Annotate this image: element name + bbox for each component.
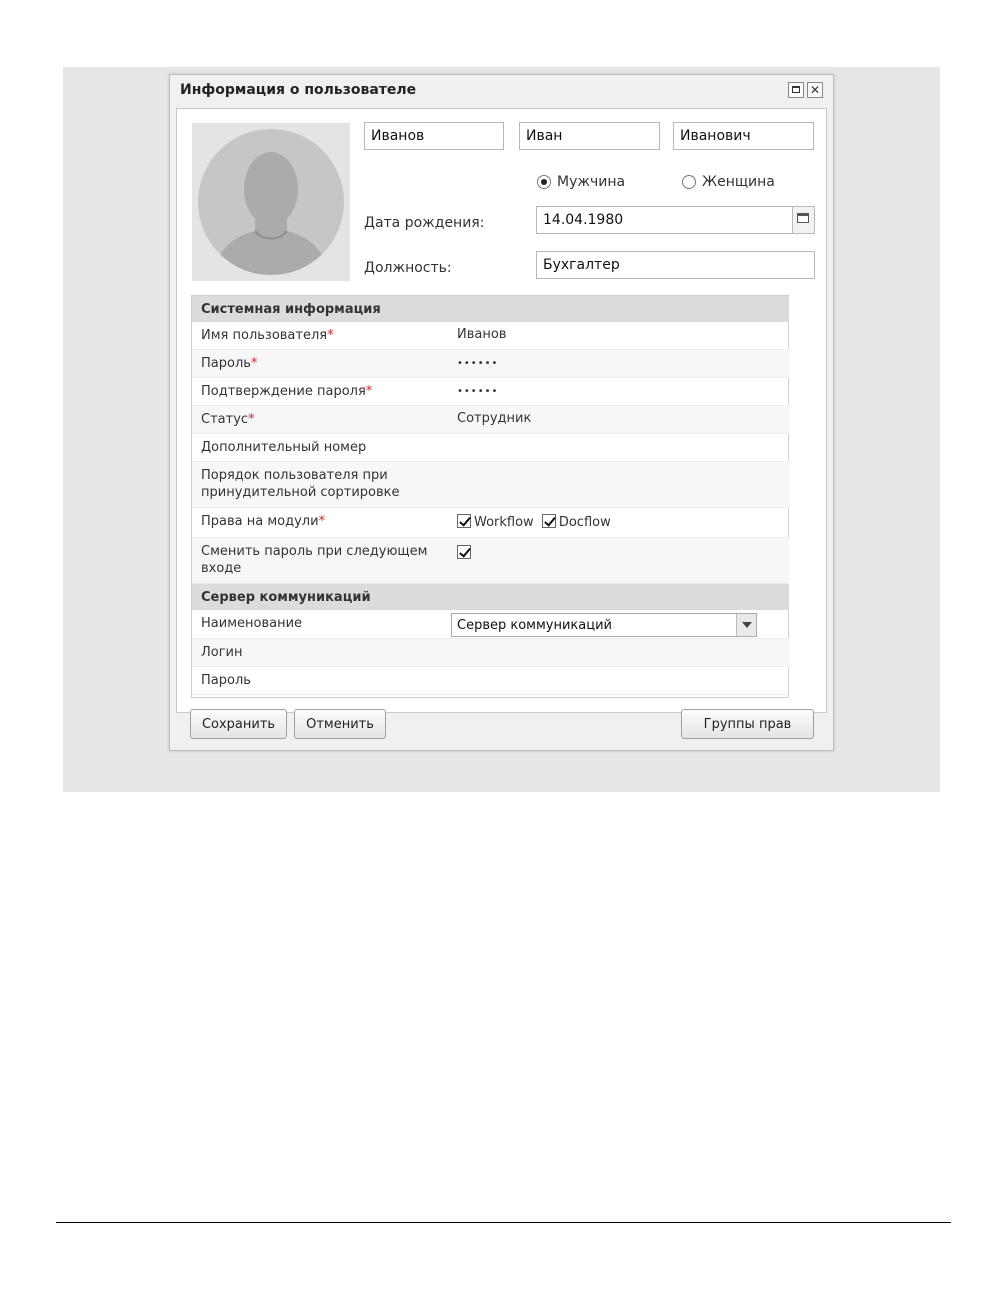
gender-male-label: Мужчина	[557, 174, 626, 190]
close-icon[interactable]: ✕	[807, 82, 823, 98]
username-label: Имя пользователя*	[201, 328, 334, 343]
module-rights-label: Права на модули*	[201, 514, 326, 529]
row-status[interactable]: Статус* Сотрудник	[192, 406, 789, 434]
page-footer-rule	[56, 1222, 951, 1223]
section-comm-server: Сервер коммуникаций	[192, 584, 789, 610]
docflow-label: Docflow	[558, 515, 611, 530]
last-name-field[interactable]	[364, 122, 504, 150]
password-value: ••••••	[457, 358, 499, 369]
row-server-password[interactable]: Пароль	[192, 667, 789, 695]
required-mark: *	[327, 328, 334, 343]
required-mark: *	[365, 384, 373, 399]
password-label: Пароль*	[201, 356, 258, 371]
gender-male-radio[interactable]: Мужчина	[537, 174, 625, 190]
server-name-selected: Сервер коммуникаций	[457, 618, 612, 633]
confirm-password-label: Подтверждение пароля*	[201, 384, 373, 399]
server-login-label: Логин	[201, 645, 243, 660]
birth-date-field[interactable]	[536, 206, 815, 234]
row-server-name: Наименование Сервер коммуникаций	[192, 610, 789, 639]
first-name-field[interactable]	[519, 122, 660, 150]
row-confirm-password[interactable]: Подтверждение пароля* ••••••	[192, 378, 789, 406]
dialog-body: Мужчина Женщина Дата рождения: Должность…	[176, 108, 827, 713]
gender-female-radio[interactable]: Женщина	[682, 174, 775, 190]
server-password-label: Пароль	[201, 673, 251, 688]
row-server-login[interactable]: Логин	[192, 639, 789, 667]
section-system-info: Системная информация	[192, 296, 789, 322]
username-value: Иванов	[457, 327, 507, 342]
avatar-placeholder-icon	[198, 129, 344, 275]
status-value: Сотрудник	[457, 411, 532, 426]
rights-groups-button[interactable]: Группы прав	[681, 709, 814, 739]
properties-grid: Системная информация Имя пользователя* И…	[191, 295, 789, 698]
row-password[interactable]: Пароль* ••••••	[192, 350, 789, 378]
row-username[interactable]: Имя пользователя* Иванов	[192, 322, 789, 350]
change-password-label: Сменить пароль при следующем входе	[201, 544, 428, 576]
row-change-password: Сменить пароль при следующем входе	[192, 538, 789, 584]
row-module-rights: Права на модули* Workflow Docflow	[192, 508, 789, 538]
change-password-checkbox[interactable]	[457, 545, 471, 559]
row-extra-number[interactable]: Дополнительный номер	[192, 434, 789, 462]
workflow-checkbox[interactable]	[457, 514, 471, 528]
chevron-down-icon[interactable]	[736, 614, 756, 636]
workflow-label: Workflow	[474, 515, 534, 530]
calendar-icon[interactable]	[792, 207, 814, 233]
extra-number-label: Дополнительный номер	[201, 440, 367, 455]
confirm-password-value: ••••••	[457, 386, 499, 397]
dialog-titlebar: Информация о пользователе ✕	[170, 75, 833, 107]
required-mark: *	[318, 514, 326, 529]
radio-unselected-icon	[682, 175, 696, 189]
change-password-value	[457, 545, 471, 561]
server-name-select[interactable]: Сервер коммуникаций	[451, 613, 757, 637]
middle-name-field[interactable]	[673, 122, 814, 150]
server-name-label: Наименование	[201, 616, 303, 631]
row-sort-order[interactable]: Порядок пользователя при принудительной …	[192, 462, 789, 508]
gender-female-label: Женщина	[702, 174, 775, 190]
docflow-checkbox[interactable]	[541, 514, 556, 528]
birth-date-label: Дата рождения:	[364, 215, 485, 231]
sort-order-label: Порядок пользователя при принудительной …	[201, 468, 400, 500]
dialog-title: Информация о пользователе	[180, 82, 417, 98]
status-label: Статус*	[201, 412, 255, 427]
required-mark: *	[250, 356, 258, 371]
position-field[interactable]	[536, 251, 815, 279]
cancel-button[interactable]: Отменить	[294, 709, 386, 739]
module-rights-value: Workflow Docflow	[457, 514, 615, 530]
radio-selected-icon	[537, 175, 551, 189]
avatar[interactable]	[192, 123, 350, 281]
required-mark: *	[248, 412, 255, 427]
position-label: Должность:	[364, 260, 452, 276]
save-button[interactable]: Сохранить	[190, 709, 287, 739]
user-info-dialog: Информация о пользователе ✕ Мужчина	[169, 74, 834, 751]
maximize-icon[interactable]	[788, 82, 804, 98]
